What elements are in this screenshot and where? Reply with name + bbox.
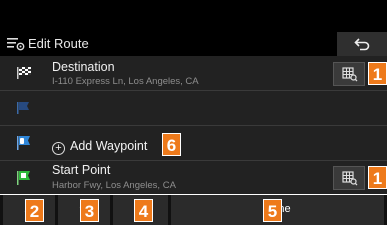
blue-flag-icon [17, 102, 29, 114]
start-point-row[interactable]: Start Point Harbor Fwy, Los Angeles, CA [0, 161, 387, 194]
add-waypoint-label: Add Waypoint [70, 139, 148, 153]
destination-address: I-110 Express Ln, Los Angeles, CA [52, 76, 199, 87]
callout-badge-6: 6 [162, 133, 181, 156]
header-bar: Edit Route [0, 32, 387, 56]
callout-badge-1-start: 1 [368, 166, 387, 189]
edit-route-screen: Edit Route Destination I-110 Express Ln,… [0, 0, 387, 245]
start-map-button[interactable] [333, 166, 365, 190]
destination-label: Destination [52, 60, 115, 74]
callout-badge-5: 5 [263, 199, 282, 222]
map-search-icon [342, 171, 358, 186]
add-waypoint-button[interactable]: + Add Waypoint [52, 139, 147, 155]
green-start-flag-icon [17, 171, 30, 185]
callout-badge-3: 3 [80, 199, 99, 222]
callout-badge-1: 1 [368, 62, 387, 85]
back-arrow-icon [354, 38, 370, 51]
route-edit-icon [7, 38, 25, 51]
add-waypoint-row[interactable]: + Add Waypoint [0, 126, 387, 161]
back-button[interactable] [337, 32, 387, 56]
callout-badge-2: 2 [25, 199, 44, 222]
start-point-label: Start Point [52, 163, 111, 177]
page-title: Edit Route [28, 36, 89, 51]
bottom-margin [0, 225, 387, 245]
status-area [0, 0, 387, 32]
waypoint-row[interactable] [0, 91, 387, 126]
checkered-flag-icon [17, 67, 31, 79]
destination-row[interactable]: Destination I-110 Express Ln, Los Angele… [0, 56, 387, 91]
bottom-toolbar: Done [0, 195, 387, 225]
callout-badge-4: 4 [134, 199, 153, 222]
plus-circle-icon: + [52, 142, 65, 155]
map-search-icon [342, 67, 358, 82]
destination-map-button[interactable] [333, 62, 365, 86]
numbered-blue-flag-icon [17, 136, 30, 150]
route-list: Destination I-110 Express Ln, Los Angele… [0, 56, 387, 194]
start-point-address: Harbor Fwy, Los Angeles, CA [52, 180, 176, 191]
